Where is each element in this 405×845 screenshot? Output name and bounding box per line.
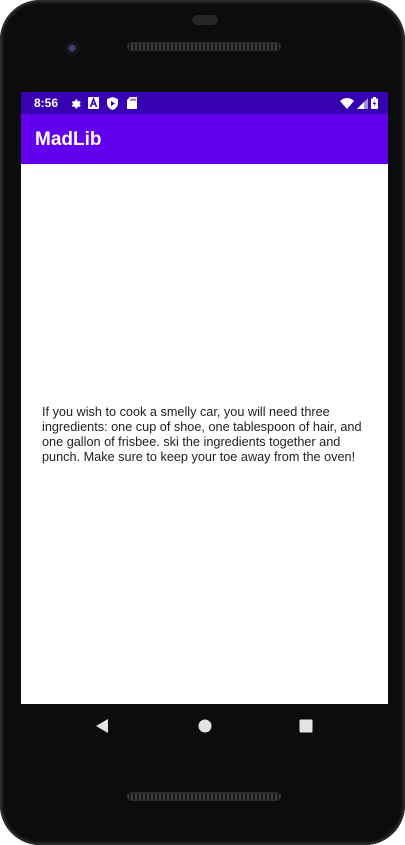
device-screen: 8:56 MadLib If you wish to cook a smelly…: [21, 92, 388, 704]
system-status-icons: [337, 96, 378, 110]
notification-icons: [68, 96, 144, 110]
cell-signal-icon: [357, 97, 368, 109]
app-bar: MadLib: [21, 114, 388, 164]
app-title: MadLib: [35, 129, 102, 150]
bottom-speaker-grille: [127, 792, 281, 801]
madlib-story-text: If you wish to cook a smelly car, you wi…: [42, 405, 362, 464]
top-speaker-grille: [127, 42, 281, 51]
status-bar: 8:56: [21, 92, 388, 114]
status-time: 8:56: [34, 96, 59, 110]
navigation-bar: [0, 704, 405, 748]
recents-icon[interactable]: [296, 716, 316, 736]
shield-play-icon: [106, 96, 119, 110]
front-camera: [65, 41, 81, 57]
phone-frame: 8:56 MadLib If you wish to cook a smelly…: [0, 0, 405, 845]
wifi-icon: [340, 97, 354, 109]
main-content: If you wish to cook a smelly car, you wi…: [21, 164, 388, 704]
battery-charging-icon: [371, 97, 378, 109]
sd-card-icon: [125, 97, 138, 110]
home-icon[interactable]: [195, 716, 215, 736]
settings-gear-icon: [68, 97, 81, 110]
font-a-icon: [87, 97, 100, 110]
earpiece-slot: [192, 15, 218, 25]
back-icon[interactable]: [92, 716, 112, 736]
